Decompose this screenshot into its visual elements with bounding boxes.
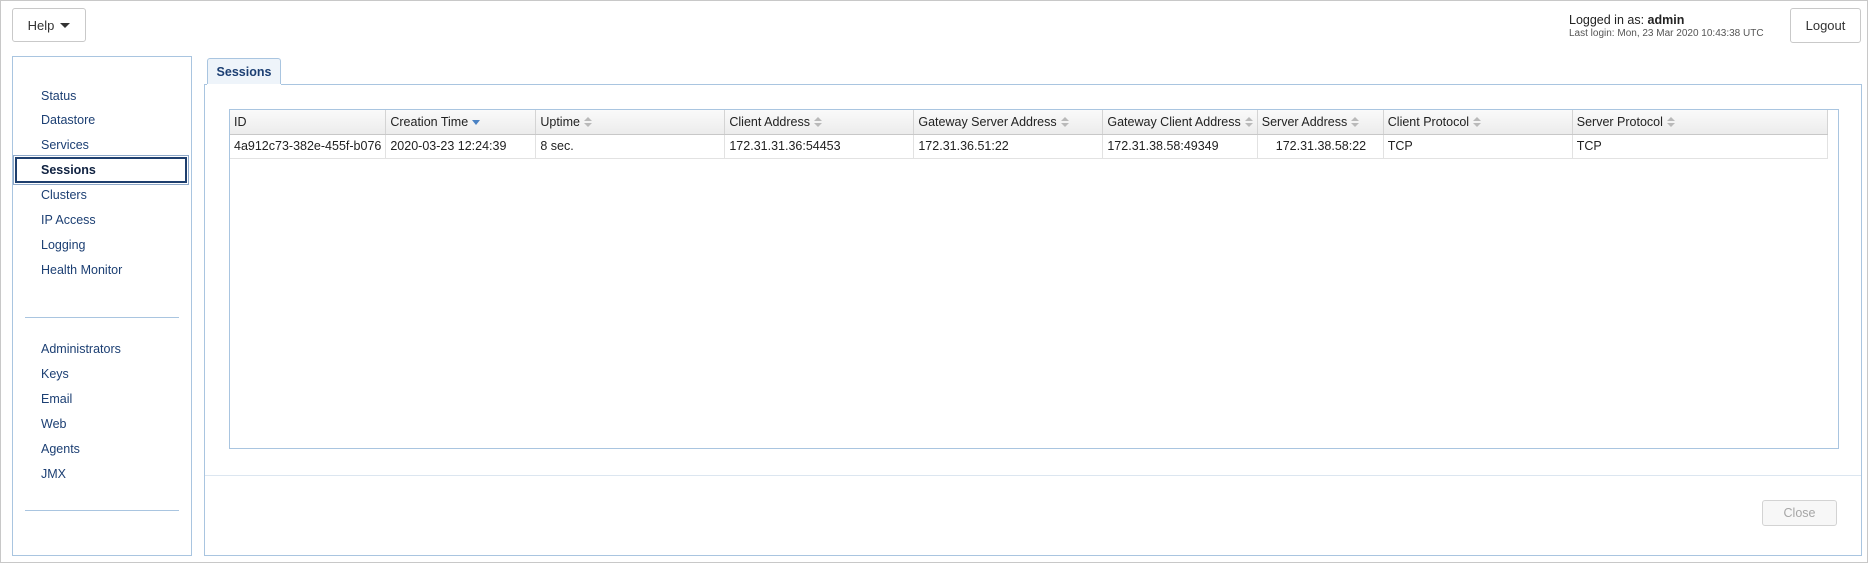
- sidebar-nav: Status Datastore Services Sessions Clust…: [12, 56, 192, 556]
- col-header-label: Gateway Client Address: [1107, 114, 1241, 129]
- sidebar-item-jmx[interactable]: JMX: [15, 461, 187, 487]
- col-header-gateway-client-address[interactable]: Gateway Client Address: [1102, 110, 1258, 135]
- col-header-label: Gateway Server Address: [918, 114, 1057, 129]
- sort-icon: [1244, 117, 1253, 128]
- sort-icon: [1351, 117, 1360, 128]
- sidebar-item-datastore[interactable]: Datastore: [15, 107, 187, 133]
- help-label: Help: [27, 17, 55, 33]
- help-button[interactable]: Help: [12, 8, 86, 42]
- sidebar-item-services[interactable]: Services: [15, 132, 187, 158]
- sort-icon: [1060, 117, 1069, 128]
- col-header-server-protocol[interactable]: Server Protocol: [1572, 110, 1828, 135]
- footer-divider: [205, 475, 1861, 476]
- col-header-label: Creation Time: [390, 114, 469, 129]
- table-header-row: ID Creation Time Uptime Client Address G…: [230, 110, 1828, 135]
- tab-sessions[interactable]: Sessions: [207, 58, 281, 85]
- close-button[interactable]: Close: [1762, 500, 1837, 526]
- logged-in-prefix: Logged in as:: [1569, 13, 1648, 27]
- user-info: Logged in as: admin Last login: Mon, 23 …: [1569, 13, 1791, 39]
- col-header-creation-time[interactable]: Creation Time: [385, 110, 537, 135]
- cell-id: 4a912c73-382e-455f-b076: [230, 134, 387, 159]
- col-header-uptime[interactable]: Uptime: [535, 110, 726, 135]
- last-login: Last login: Mon, 23 Mar 2020 10:43:38 UT…: [1569, 28, 1764, 39]
- sidebar-divider: [25, 317, 179, 318]
- logout-button[interactable]: Logout: [1790, 8, 1861, 43]
- sidebar-item-email[interactable]: Email: [15, 386, 187, 412]
- col-header-label: Client Address: [729, 114, 810, 129]
- sidebar-item-logging[interactable]: Logging: [15, 232, 187, 258]
- col-header-gateway-server-address[interactable]: Gateway Server Address: [913, 110, 1104, 135]
- sort-icon: [1666, 117, 1675, 128]
- sidebar-item-sessions[interactable]: Sessions: [13, 155, 189, 185]
- col-header-client-address[interactable]: Client Address: [724, 110, 915, 135]
- sidebar-item-clusters[interactable]: Clusters: [15, 182, 187, 208]
- sort-icon: [813, 117, 822, 128]
- tab-underline: [207, 84, 281, 86]
- cell-creation-time: 2020-03-23 12:24:39: [385, 134, 537, 159]
- sessions-grid: ID Creation Time Uptime Client Address G…: [229, 109, 1839, 449]
- cell-gateway-server-address: 172.31.36.51:22: [913, 134, 1104, 159]
- col-header-label: Uptime: [540, 114, 580, 129]
- cell-server-protocol: TCP: [1572, 134, 1828, 159]
- cell-uptime: 8 sec.: [535, 134, 726, 159]
- col-header-label: Client Protocol: [1387, 114, 1470, 129]
- col-header-label: Server Address: [1261, 114, 1348, 129]
- cell-server-address: 172.31.38.58:22: [1257, 134, 1384, 159]
- sidebar-item-ip-access[interactable]: IP Access: [15, 207, 187, 233]
- sidebar-item-agents[interactable]: Agents: [15, 436, 187, 462]
- col-header-client-protocol[interactable]: Client Protocol: [1383, 110, 1573, 135]
- col-header-label: Server Protocol: [1576, 114, 1663, 129]
- sidebar-item-health-monitor[interactable]: Health Monitor: [15, 257, 187, 283]
- sidebar-item-web[interactable]: Web: [15, 411, 187, 437]
- sidebar-item-administrators[interactable]: Administrators: [15, 336, 187, 362]
- sort-icon: [583, 117, 592, 128]
- table-row[interactable]: 4a912c73-382e-455f-b076 2020-03-23 12:24…: [230, 134, 1828, 159]
- sort-descending-icon: [472, 119, 481, 125]
- sidebar-item-status[interactable]: Status: [15, 83, 187, 109]
- col-header-server-address[interactable]: Server Address: [1257, 110, 1384, 135]
- sidebar-divider: [25, 510, 179, 511]
- caret-down-icon: [60, 22, 71, 28]
- sessions-table: ID Creation Time Uptime Client Address G…: [230, 110, 1828, 159]
- sidebar-item-keys[interactable]: Keys: [15, 361, 187, 387]
- cell-gateway-client-address: 172.31.38.58:49349: [1102, 134, 1258, 159]
- col-header-id[interactable]: ID: [230, 110, 387, 135]
- sort-icon: [1473, 117, 1482, 128]
- logged-in-line: Logged in as: admin: [1569, 13, 1791, 27]
- col-header-label: ID: [234, 114, 247, 129]
- cell-client-protocol: TCP: [1383, 134, 1573, 159]
- cell-client-address: 172.31.31.36:54453: [724, 134, 915, 159]
- username: admin: [1647, 13, 1685, 27]
